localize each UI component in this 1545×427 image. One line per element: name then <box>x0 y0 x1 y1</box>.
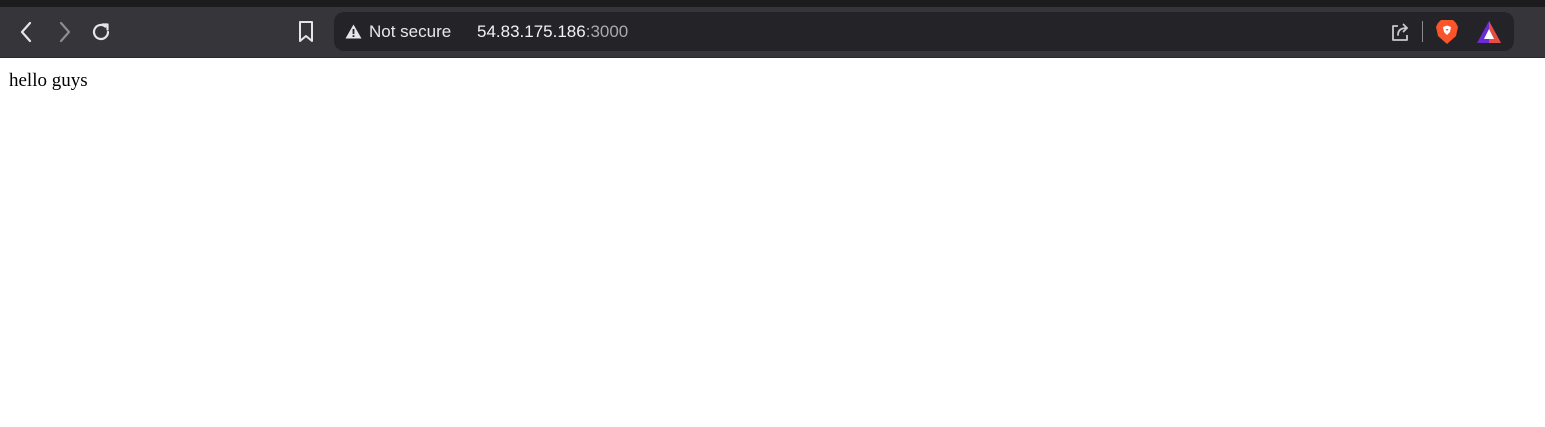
chevron-right-icon <box>59 21 71 43</box>
brave-rewards-icon[interactable] <box>1476 20 1502 44</box>
back-button[interactable] <box>14 19 40 45</box>
bookmark-button[interactable] <box>293 19 319 45</box>
reload-button[interactable] <box>88 19 114 45</box>
address-bar[interactable]: Not secure 54.83.175.186:3000 <box>334 12 1514 51</box>
security-indicator[interactable]: Not secure <box>345 12 451 51</box>
page-viewport: hello guys <box>0 58 1545 427</box>
share-icon <box>1392 23 1408 41</box>
bookmark-icon <box>299 21 313 42</box>
share-button[interactable] <box>1388 20 1412 44</box>
omnibox-divider <box>1422 21 1423 42</box>
warning-triangle-icon <box>345 24 362 39</box>
url-host: 54.83.175.186 <box>477 21 586 41</box>
security-label: Not secure <box>369 21 452 41</box>
page-body-text: hello guys <box>9 70 88 91</box>
url-port: :3000 <box>585 21 629 41</box>
forward-button[interactable] <box>51 19 77 45</box>
window-top-strip <box>0 0 1545 7</box>
reload-icon <box>92 23 110 41</box>
url-display[interactable]: 54.83.175.186:3000 <box>477 12 628 51</box>
chevron-left-icon <box>20 21 32 43</box>
brave-shield-icon[interactable] <box>1435 19 1459 45</box>
browser-toolbar: Not secure 54.83.175.186:3000 <box>0 7 1545 58</box>
